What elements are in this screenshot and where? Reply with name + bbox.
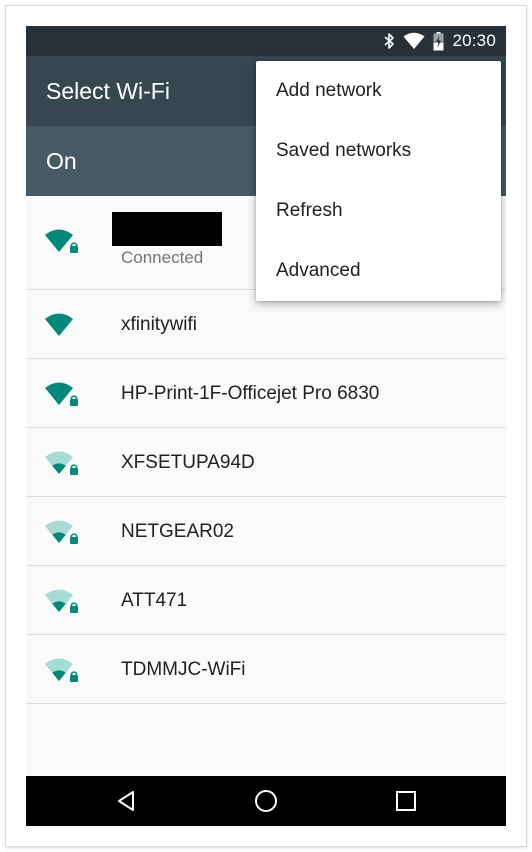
network-row[interactable]: HP-Print-1F-Officejet Pro 6830 <box>26 359 506 428</box>
network-name: HP-Print-1F-Officejet Pro 6830 <box>121 383 380 404</box>
home-button[interactable] <box>236 776 296 826</box>
network-row[interactable]: TDMMJC-WiFi <box>26 635 506 704</box>
wifi-lock-icon <box>45 520 78 544</box>
network-row[interactable]: NETGEAR02 <box>26 497 506 566</box>
network-name: XFSETUPA94D <box>121 452 255 473</box>
overflow-menu: Add network Saved networks Refresh Advan… <box>256 61 501 301</box>
navigation-bar <box>26 776 506 826</box>
network-name: NETGEAR02 <box>121 521 234 542</box>
wifi-lock-icon <box>45 451 78 475</box>
battery-charging-icon <box>433 31 444 51</box>
network-row[interactable]: XFSETUPA94D <box>26 428 506 497</box>
connection-status: Connected <box>121 248 204 267</box>
home-icon <box>255 790 277 812</box>
wifi-lock-icon <box>45 229 78 253</box>
wifi-lock-icon <box>45 589 78 613</box>
menu-item-saved-networks[interactable]: Saved networks <box>256 121 501 181</box>
bluetooth-icon <box>383 32 395 50</box>
network-name: TDMMJC-WiFi <box>121 659 246 680</box>
network-name: ATT471 <box>121 590 188 611</box>
page-title: Select Wi-Fi <box>46 78 170 104</box>
network-row[interactable]: ATT471 <box>26 566 506 635</box>
wifi-state-label: On <box>46 148 77 174</box>
menu-item-refresh[interactable]: Refresh <box>256 181 501 241</box>
wifi-lock-icon <box>45 658 78 682</box>
network-name: xfinitywifi <box>121 314 198 335</box>
recents-button[interactable] <box>376 776 436 826</box>
recents-icon <box>396 791 416 811</box>
status-bar: 20:30 <box>26 26 506 56</box>
menu-item-add-network[interactable]: Add network <box>256 61 501 121</box>
menu-item-advanced[interactable]: Advanced <box>256 241 501 301</box>
status-clock: 20:30 <box>452 31 496 50</box>
back-icon <box>118 791 134 811</box>
wifi-icon <box>45 313 73 336</box>
wifi-signal-icon <box>403 32 425 50</box>
device-screen: 20:30 Select Wi-Fi On Connected xfinityw… <box>26 26 506 826</box>
redacted-network-name <box>112 212 222 246</box>
wifi-lock-icon <box>45 382 78 406</box>
back-button[interactable] <box>96 776 156 826</box>
